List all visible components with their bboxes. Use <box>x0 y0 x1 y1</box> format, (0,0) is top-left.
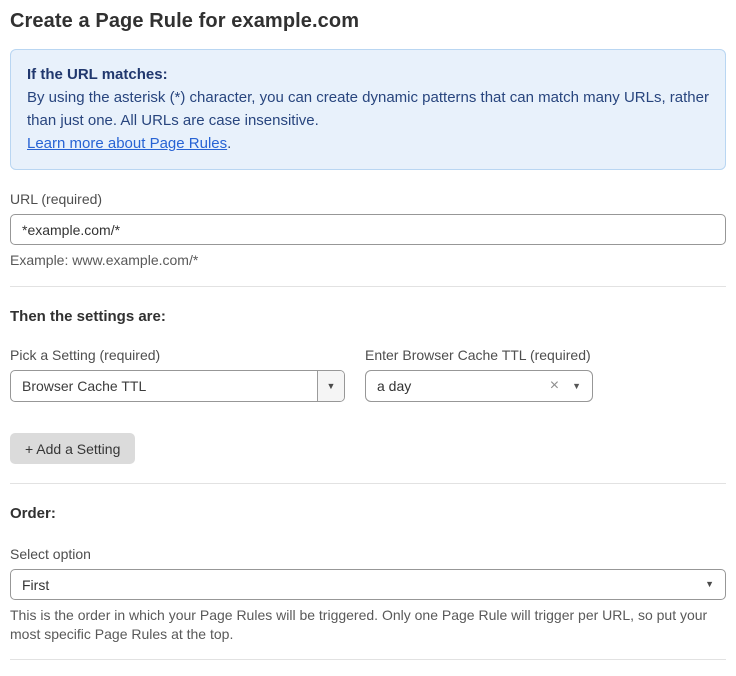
order-helper-text: This is the order in which your Page Rul… <box>10 606 726 644</box>
info-banner-heading: If the URL matches: <box>27 63 709 86</box>
setting-picker-column: Pick a Setting (required) Browser Cache … <box>10 347 345 402</box>
setting-select-value: Browser Cache TTL <box>11 371 317 401</box>
url-input[interactable] <box>10 214 726 245</box>
chevron-down-icon: ▼ <box>705 580 714 589</box>
info-banner-body: By using the asterisk (*) character, you… <box>27 86 709 132</box>
setting-picker-label: Pick a Setting (required) <box>10 347 345 363</box>
url-match-info-banner: If the URL matches: By using the asteris… <box>10 49 726 170</box>
page-rule-form: Create a Page Rule for example.com If th… <box>0 0 736 676</box>
info-banner-link-line: Learn more about Page Rules. <box>27 132 709 155</box>
settings-row: Pick a Setting (required) Browser Cache … <box>10 347 726 402</box>
settings-section-heading: Then the settings are: <box>10 308 726 325</box>
order-section-heading: Order: <box>10 505 726 522</box>
add-setting-button[interactable]: + Add a Setting <box>10 433 135 464</box>
learn-more-link[interactable]: Learn more about Page Rules <box>27 135 227 152</box>
page-title: Create a Page Rule for example.com <box>10 10 726 33</box>
link-suffix-period: . <box>227 135 231 152</box>
ttl-select[interactable]: a day × ▼ <box>365 370 593 402</box>
order-select-value: First <box>22 577 705 593</box>
url-field-section: URL (required) Example: www.example.com/… <box>10 191 726 270</box>
chevron-down-icon: ▼ <box>572 382 581 391</box>
clear-icon[interactable]: × <box>550 378 559 394</box>
order-select-label: Select option <box>10 546 726 562</box>
chevron-down-icon: ▼ <box>327 382 336 391</box>
divider <box>10 286 726 287</box>
ttl-picker-column: Enter Browser Cache TTL (required) a day… <box>365 347 593 402</box>
url-example-helper: Example: www.example.com/* <box>10 251 726 270</box>
order-select[interactable]: First ▼ <box>10 569 726 600</box>
ttl-select-value: a day <box>377 378 550 394</box>
ttl-picker-label: Enter Browser Cache TTL (required) <box>365 347 593 363</box>
divider <box>10 483 726 484</box>
setting-select-arrow-box[interactable]: ▼ <box>317 371 344 401</box>
divider <box>10 659 726 660</box>
url-field-label: URL (required) <box>10 191 726 207</box>
setting-select[interactable]: Browser Cache TTL ▼ <box>10 370 345 402</box>
